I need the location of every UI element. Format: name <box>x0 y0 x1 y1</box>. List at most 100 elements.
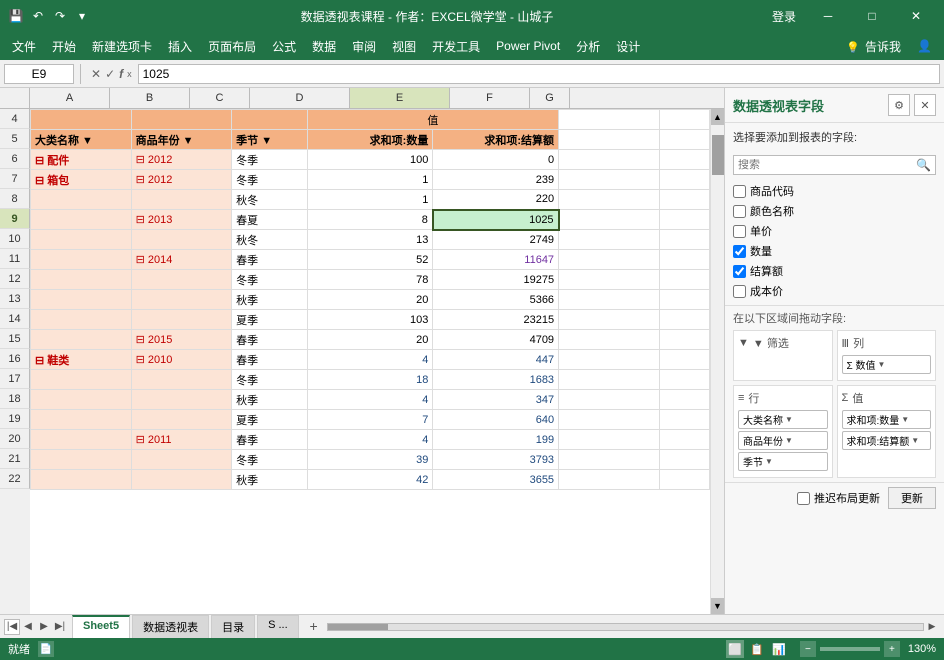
cell-b22[interactable] <box>131 470 232 490</box>
add-sheet-btn[interactable]: + <box>305 617 323 635</box>
cell-g11[interactable] <box>659 250 709 270</box>
cell-f15[interactable] <box>559 330 660 350</box>
cell-c11[interactable]: 春季 <box>232 250 307 270</box>
cell-e16[interactable]: 447 <box>433 350 559 370</box>
cell-g12[interactable] <box>659 270 709 290</box>
col-header-a[interactable]: A <box>30 88 110 108</box>
cell-f10[interactable] <box>559 230 660 250</box>
h-scroll-right[interactable]: ▶ <box>924 619 940 635</box>
cell-b7[interactable]: ⊟ 2012 <box>131 170 232 190</box>
row-tag-year[interactable]: 商品年份 ▼ <box>738 431 828 450</box>
field-checkbox-settlement[interactable] <box>733 265 746 278</box>
cell-c7[interactable]: 冬季 <box>232 170 307 190</box>
normal-view-btn[interactable]: ⬜ <box>726 640 744 658</box>
status-icon-page[interactable]: 📄 <box>38 641 54 657</box>
cell-e19[interactable]: 640 <box>433 410 559 430</box>
sheet-tab-sheet5[interactable]: Sheet5 <box>72 615 130 638</box>
row-tag-season[interactable]: 季节 ▼ <box>738 452 828 471</box>
cell-c16[interactable]: 春季 <box>232 350 307 370</box>
field-checkbox-cost[interactable] <box>733 285 746 298</box>
h-scroll-thumb[interactable] <box>328 624 388 630</box>
cell-f21[interactable] <box>559 450 660 470</box>
cell-e18[interactable]: 347 <box>433 390 559 410</box>
cell-reference-input[interactable]: E9 <box>4 64 74 84</box>
cell-a17[interactable] <box>31 370 132 390</box>
cell-f4[interactable] <box>559 110 660 130</box>
cell-b11[interactable]: ⊟ 2014 <box>131 250 232 270</box>
cell-e6[interactable]: 0 <box>433 150 559 170</box>
cell-d16[interactable]: 4 <box>307 350 433 370</box>
field-search-input[interactable] <box>738 159 916 171</box>
cell-d22[interactable]: 42 <box>307 470 433 490</box>
cell-g14[interactable] <box>659 310 709 330</box>
menu-insert[interactable]: 插入 <box>160 34 200 59</box>
cell-b10[interactable] <box>131 230 232 250</box>
cell-c8[interactable]: 秋冬 <box>232 190 307 210</box>
cell-c6[interactable]: 冬季 <box>232 150 307 170</box>
sheet-nav-last[interactable]: ▶| <box>52 619 68 635</box>
cell-b12[interactable] <box>131 270 232 290</box>
cell-f20[interactable] <box>559 430 660 450</box>
cell-b4[interactable] <box>131 110 232 130</box>
cell-a19[interactable] <box>31 410 132 430</box>
cell-b19[interactable] <box>131 410 232 430</box>
cell-c19[interactable]: 夏季 <box>232 410 307 430</box>
cell-f12[interactable] <box>559 270 660 290</box>
field-checkbox-quantity[interactable] <box>733 245 746 258</box>
cell-d10[interactable]: 13 <box>307 230 433 250</box>
cell-d18[interactable]: 4 <box>307 390 433 410</box>
cell-a4[interactable] <box>31 110 132 130</box>
cell-b15[interactable]: ⊟ 2015 <box>131 330 232 350</box>
cell-b6[interactable]: ⊟ 2012 <box>131 150 232 170</box>
cell-d11[interactable]: 52 <box>307 250 433 270</box>
panel-close-icon[interactable]: ✕ <box>914 94 936 116</box>
cell-f18[interactable] <box>559 390 660 410</box>
cell-e12[interactable]: 19275 <box>433 270 559 290</box>
cell-c9[interactable]: 春夏 <box>232 210 307 230</box>
cell-a8[interactable] <box>31 190 132 210</box>
cell-c20[interactable]: 春季 <box>232 430 307 450</box>
cell-a13[interactable] <box>31 290 132 310</box>
cell-d4[interactable]: 值 <box>307 110 558 130</box>
cell-f5[interactable] <box>559 130 660 150</box>
cell-c12[interactable]: 冬季 <box>232 270 307 290</box>
vertical-scrollbar[interactable]: ▲ ▼ <box>710 109 724 614</box>
redo-icon[interactable]: ↷ <box>52 8 68 24</box>
cell-f9[interactable] <box>559 210 660 230</box>
cell-g13[interactable] <box>659 290 709 310</box>
function-icon[interactable]: f <box>119 67 123 81</box>
cell-a6[interactable]: ⊟ 配件 <box>31 150 132 170</box>
cell-d14[interactable]: 103 <box>307 310 433 330</box>
cell-d6[interactable]: 100 <box>307 150 433 170</box>
menu-file[interactable]: 文件 <box>4 34 44 59</box>
cell-c15[interactable]: 春季 <box>232 330 307 350</box>
cell-g19[interactable] <box>659 410 709 430</box>
cell-g4[interactable] <box>659 110 709 130</box>
sheet-tab-pivot[interactable]: 数据透视表 <box>132 615 209 638</box>
cell-f6[interactable] <box>559 150 660 170</box>
cell-b14[interactable] <box>131 310 232 330</box>
cell-a7[interactable]: ⊟ 箱包 <box>31 170 132 190</box>
sheet-nav-first[interactable]: |◀ <box>4 619 20 635</box>
cell-b16[interactable]: ⊟ 2010 <box>131 350 232 370</box>
cell-d20[interactable]: 4 <box>307 430 433 450</box>
cell-a15[interactable] <box>31 330 132 350</box>
cell-d13[interactable]: 20 <box>307 290 433 310</box>
zoom-out-btn[interactable]: − <box>800 641 816 657</box>
cell-f11[interactable] <box>559 250 660 270</box>
cell-d17[interactable]: 18 <box>307 370 433 390</box>
cell-e13[interactable]: 5366 <box>433 290 559 310</box>
cell-e5[interactable]: 求和项:结算额 <box>433 130 559 150</box>
cell-b8[interactable] <box>131 190 232 210</box>
cell-b18[interactable] <box>131 390 232 410</box>
col-header-g[interactable]: G <box>530 88 570 108</box>
cancel-formula-icon[interactable]: ✕ <box>91 67 101 81</box>
cell-f22[interactable] <box>559 470 660 490</box>
field-checkbox-product-code[interactable] <box>733 185 746 198</box>
sheet-tab-s[interactable]: S ... <box>257 615 299 638</box>
field-checkbox-color[interactable] <box>733 205 746 218</box>
cell-g6[interactable] <box>659 150 709 170</box>
cell-e7[interactable]: 239 <box>433 170 559 190</box>
cell-a14[interactable] <box>31 310 132 330</box>
scroll-thumb[interactable] <box>712 135 724 175</box>
